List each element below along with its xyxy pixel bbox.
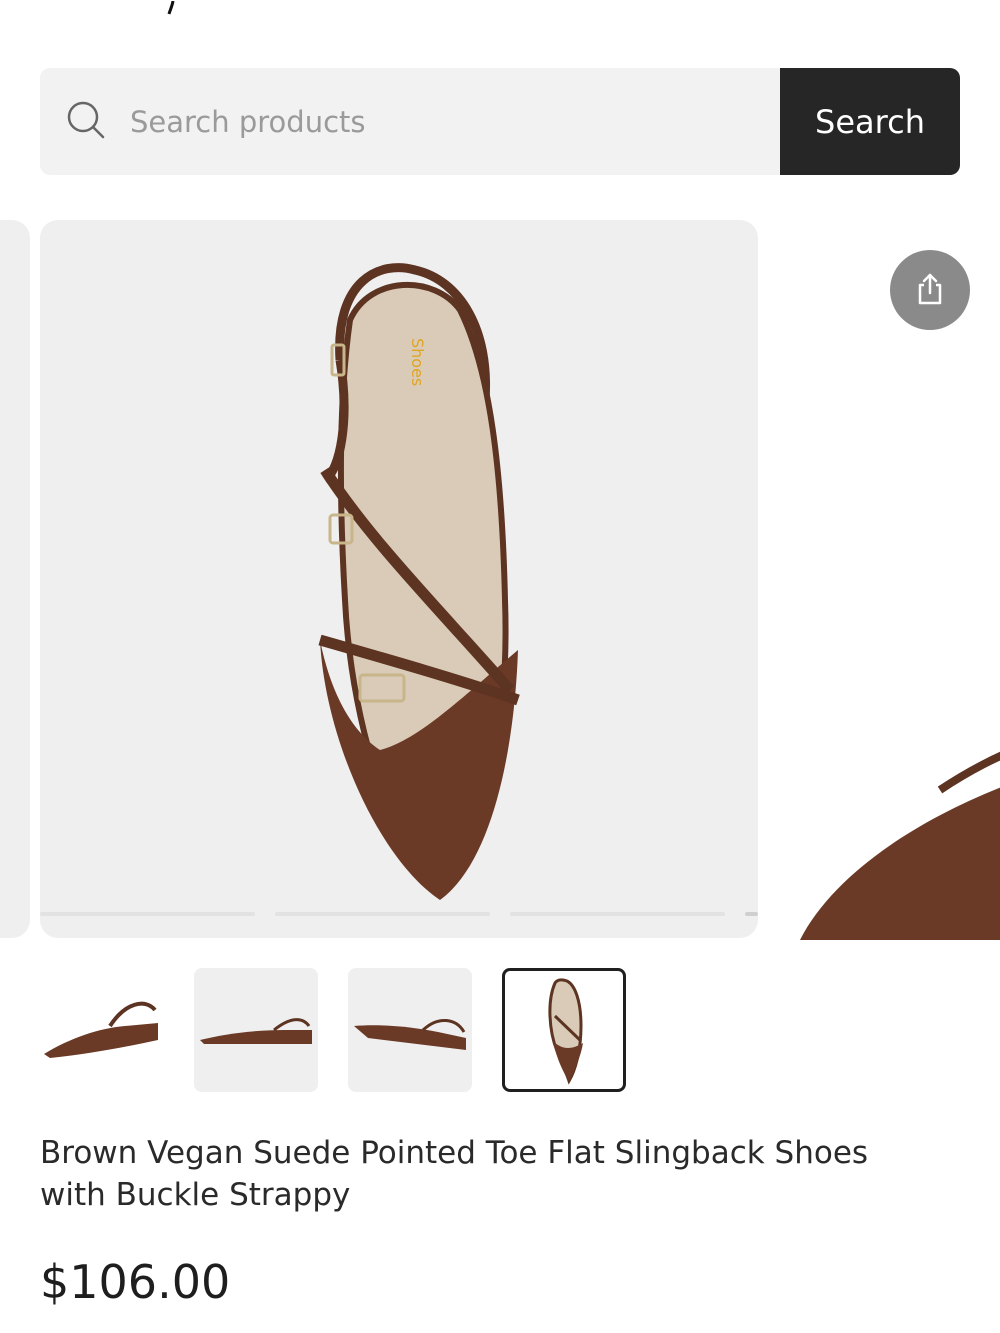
thumbnail-3[interactable] (348, 968, 472, 1092)
product-price: $106.00 (40, 1255, 231, 1309)
thumbnail-shoe-image (44, 1001, 158, 1058)
search-icon (66, 100, 106, 144)
thumbnail-1[interactable] (40, 968, 164, 1092)
product-gallery[interactable]: Shoes (0, 220, 1000, 940)
thumbnail-shoe-image (548, 978, 583, 1085)
share-icon (912, 271, 948, 310)
search-field-container[interactable] (40, 68, 780, 175)
search-input[interactable] (128, 103, 692, 140)
main-product-image[interactable]: Shoes (40, 220, 758, 938)
next-slide-peek[interactable] (790, 640, 1000, 940)
shoe-top-view-image: Shoes (318, 263, 520, 900)
search-button[interactable]: Search (780, 68, 960, 175)
share-button[interactable] (890, 250, 970, 330)
thumbnail-4[interactable] (502, 968, 626, 1092)
svg-text:Shoes: Shoes (408, 338, 427, 386)
logo-fragment (164, 0, 178, 15)
thumbnail-shoe-image (354, 1019, 466, 1050)
search-bar: Search (40, 68, 960, 175)
thumbnail-strip (40, 968, 626, 1092)
gallery-progress (40, 912, 758, 918)
thumbnail-shoe-image (200, 1018, 312, 1044)
product-title: Brown Vegan Suede Pointed Toe Flat Sling… (40, 1135, 869, 1213)
previous-slide-peek[interactable] (0, 220, 30, 938)
thumbnail-2[interactable] (194, 968, 318, 1092)
